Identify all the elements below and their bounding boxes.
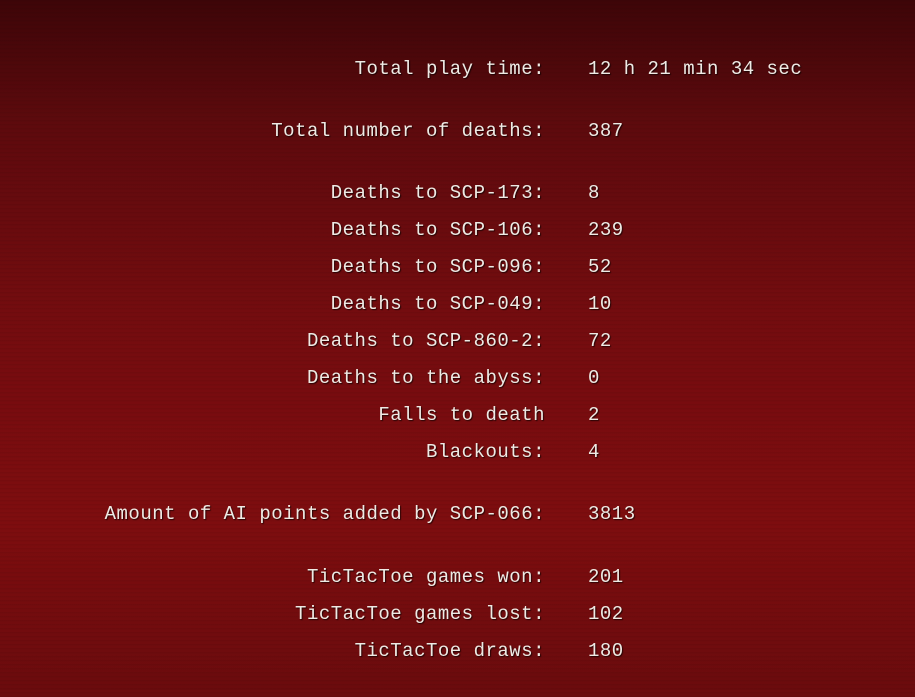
stat-label: Deaths to SCP-049: [330,293,545,315]
stat-value: 8 [588,182,600,204]
stat-value: 180 [588,640,624,662]
stat-row-tictactoe-lost: TicTacToe games lost: 102 [0,601,915,627]
stat-label: Falls to death [378,404,545,426]
stat-label: TicTacToe draws: [354,640,545,662]
stat-label: TicTacToe games won: [306,566,545,588]
stat-value: 4 [588,441,600,463]
stat-row-total-play-time: Total play time: 12 h 21 min 34 sec [0,56,915,82]
stat-value: 3813 [588,503,636,525]
stat-row-deaths-scp-049: Deaths to SCP-049: 10 [0,291,915,317]
stat-row-blackouts: Blackouts: 4 [0,439,915,465]
stat-value: 2 [588,404,600,426]
stat-row-deaths-scp-096: Deaths to SCP-096: 52 [0,254,915,280]
stat-row-deaths-scp-860-2: Deaths to SCP-860-2: 72 [0,328,915,354]
stat-value: 102 [588,603,624,625]
stat-row-total-deaths: Total number of deaths: 387 [0,118,915,144]
stat-row-deaths-abyss: Deaths to the abyss: 0 [0,365,915,391]
stat-label: Total play time: [354,58,545,80]
stat-label: Total number of deaths: [271,120,545,142]
stat-row-falls-to-death: Falls to death 2 [0,402,915,428]
stat-row-tictactoe-won: TicTacToe games won: 201 [0,564,915,590]
stat-value: 10 [588,293,612,315]
stat-label: Deaths to SCP-106: [330,219,545,241]
stat-value: 12 h 21 min 34 sec [588,58,803,80]
stat-label: Amount of AI points added by SCP-066: [104,503,545,525]
stat-value: 0 [588,367,600,389]
stat-label: TicTacToe games lost: [295,603,545,625]
stat-label: Deaths to SCP-860-2: [306,330,545,352]
stat-row-deaths-scp-173: Deaths to SCP-173: 8 [0,180,915,206]
stat-row-tictactoe-draws: TicTacToe draws: 180 [0,638,915,664]
stat-value: 239 [588,219,624,241]
stat-value: 201 [588,566,624,588]
stat-value: 72 [588,330,612,352]
statistics-panel: Total play time: 12 h 21 min 34 sec Tota… [0,0,915,697]
stat-row-ai-points-scp-066: Amount of AI points added by SCP-066: 38… [0,501,915,527]
stat-label: Blackouts: [425,441,545,463]
stat-value: 387 [588,120,624,142]
stat-value: 52 [588,256,612,278]
stat-label: Deaths to SCP-096: [330,256,545,278]
stat-row-deaths-scp-106: Deaths to SCP-106: 239 [0,217,915,243]
stat-label: Deaths to the abyss: [306,367,545,389]
stat-label: Deaths to SCP-173: [330,182,545,204]
